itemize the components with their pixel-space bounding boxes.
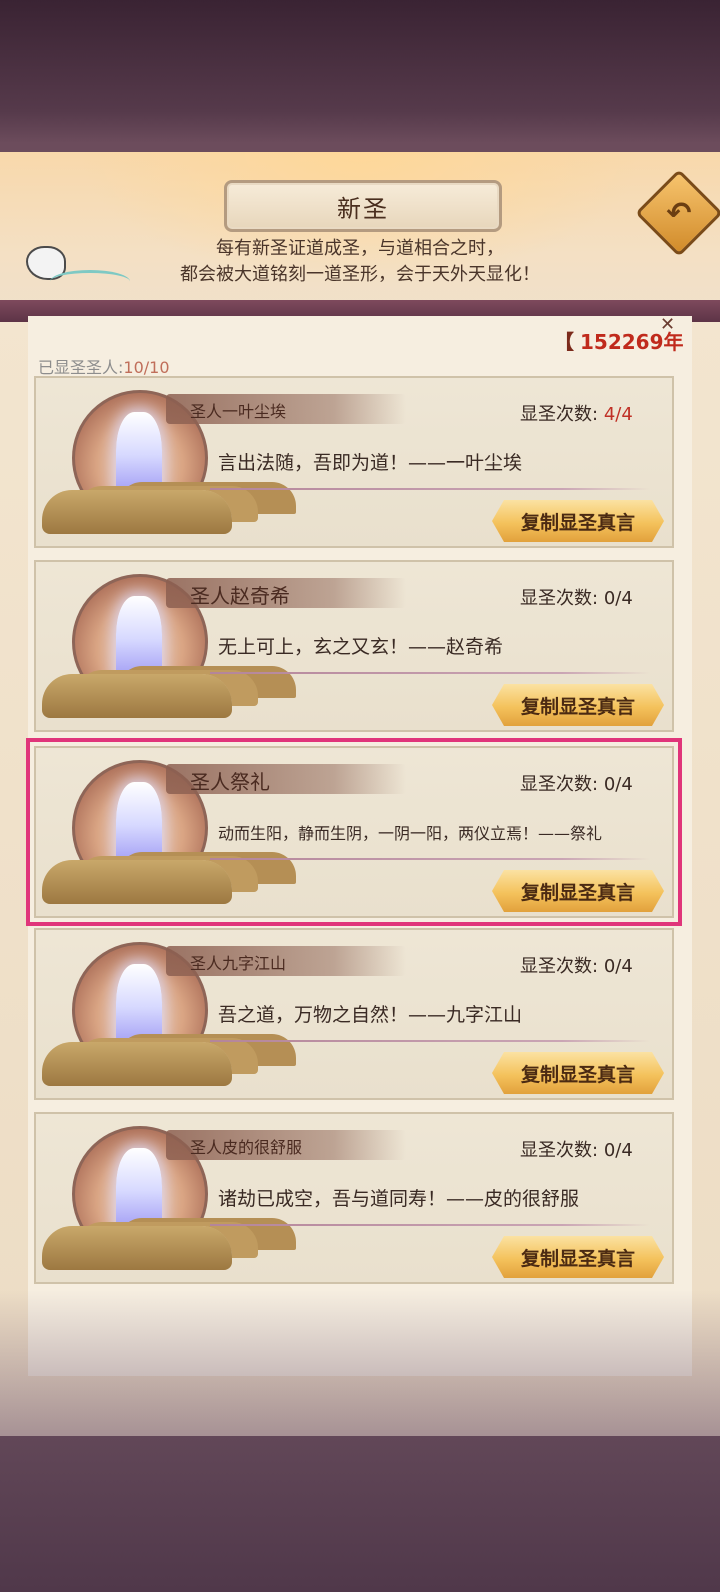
appearance-count-value: 0/4 — [603, 956, 633, 977]
divider — [210, 672, 650, 674]
saint-name: 圣人祭礼 — [190, 770, 270, 794]
appearance-count-value: 0/4 — [603, 774, 633, 795]
saint-card-selected[interactable]: 圣人祭礼 显圣次数: 0/4 动而生阳，静而生阴，一阴一阳，两仪立焉！——祭礼 … — [26, 738, 682, 926]
saint-quote: 吾之道，万物之自然！——九字江山 — [218, 1004, 523, 1026]
divider — [210, 1040, 650, 1042]
bottom-fade — [0, 1290, 720, 1436]
currency-bracket: 【 — [554, 330, 574, 354]
appearance-count-value: 0/4 — [603, 1140, 633, 1161]
appearance-count-label: 显圣次数: — [520, 588, 599, 609]
saint-count: 已显圣圣人:10/10 — [38, 354, 170, 378]
cloud-decoration — [42, 490, 232, 534]
cloud-decoration — [42, 1042, 232, 1086]
appearance-count: 显圣次数: 0/4 — [520, 1136, 633, 1162]
saint-quote: 动而生阳，静而生阴，一阴一阳，两仪立焉！——祭礼 — [218, 824, 603, 843]
copy-quote-button[interactable]: 复制显圣真言 — [492, 1236, 664, 1278]
saint-name: 圣人皮的很舒服 — [190, 1138, 303, 1157]
saint-name: 圣人九字江山 — [190, 954, 287, 973]
title-plate: 新圣 — [224, 180, 502, 232]
saint-name: 圣人赵奇希 — [190, 584, 290, 608]
saint-card: 圣人赵奇希 显圣次数: 0/4 无上可上，玄之又玄！——赵奇希 复制显圣真言 — [34, 560, 674, 732]
appearance-count: 显圣次数: 0/4 — [520, 770, 633, 796]
intro-text: 每有新圣证道成圣，与道相合之时， 都会被大道铭刻一道圣形，会于天外天显化！ — [140, 236, 580, 288]
appearance-count-label: 显圣次数: — [520, 774, 599, 795]
ribbon-decoration — [50, 270, 130, 293]
appearance-count: 显圣次数: 0/4 — [520, 584, 633, 610]
copy-quote-button[interactable]: 复制显圣真言 — [492, 1052, 664, 1094]
appearance-count-label: 显圣次数: — [520, 404, 599, 425]
saint-quote: 言出法随，吾即为道！——一叶尘埃 — [218, 452, 523, 474]
cloud-decoration — [42, 674, 232, 718]
saint-count-label: 已显圣圣人: — [38, 358, 124, 377]
cloud-decoration — [42, 1226, 232, 1270]
saint-name: 圣人一叶尘埃 — [190, 402, 287, 421]
saint-quote: 诸劫已成空，吾与道同寿！——皮的很舒服 — [218, 1188, 580, 1210]
divider — [210, 488, 650, 490]
intro-line-1: 每有新圣证道成圣，与道相合之时， — [216, 238, 504, 259]
saint-card: 圣人皮的很舒服 显圣次数: 0/4 诸劫已成空，吾与道同寿！——皮的很舒服 复制… — [34, 1112, 674, 1284]
close-icon[interactable]: ✕ — [660, 314, 675, 335]
saint-quote: 无上可上，玄之又玄！——赵奇希 — [218, 636, 504, 658]
appearance-count: 显圣次数: 0/4 — [520, 952, 633, 978]
saint-card: 圣人九字江山 显圣次数: 0/4 吾之道，万物之自然！——九字江山 复制显圣真言 — [34, 928, 674, 1100]
appearance-count-label: 显圣次数: — [520, 956, 599, 977]
appearance-count-value: 4/4 — [603, 404, 633, 425]
intro-line-2: 都会被大道铭刻一道圣形，会于天外天显化！ — [180, 264, 540, 285]
copy-quote-button[interactable]: 复制显圣真言 — [492, 870, 664, 912]
appearance-count-value: 0/4 — [603, 588, 633, 609]
cloud-decoration — [42, 860, 232, 904]
appearance-count-label: 显圣次数: — [520, 1140, 599, 1161]
appearance-count: 显圣次数: 4/4 — [520, 400, 633, 426]
divider — [210, 1224, 650, 1226]
saint-count-value: 10/10 — [123, 358, 170, 377]
divider — [210, 858, 650, 860]
page-title: 新圣 — [337, 194, 389, 223]
back-arrow-icon: ↶ — [666, 195, 692, 231]
saint-card: 圣人一叶尘埃 显圣次数: 4/4 言出法随，吾即为道！——一叶尘埃 复制显圣真言 — [34, 376, 674, 548]
copy-quote-button[interactable]: 复制显圣真言 — [492, 500, 664, 542]
copy-quote-button[interactable]: 复制显圣真言 — [492, 684, 664, 726]
